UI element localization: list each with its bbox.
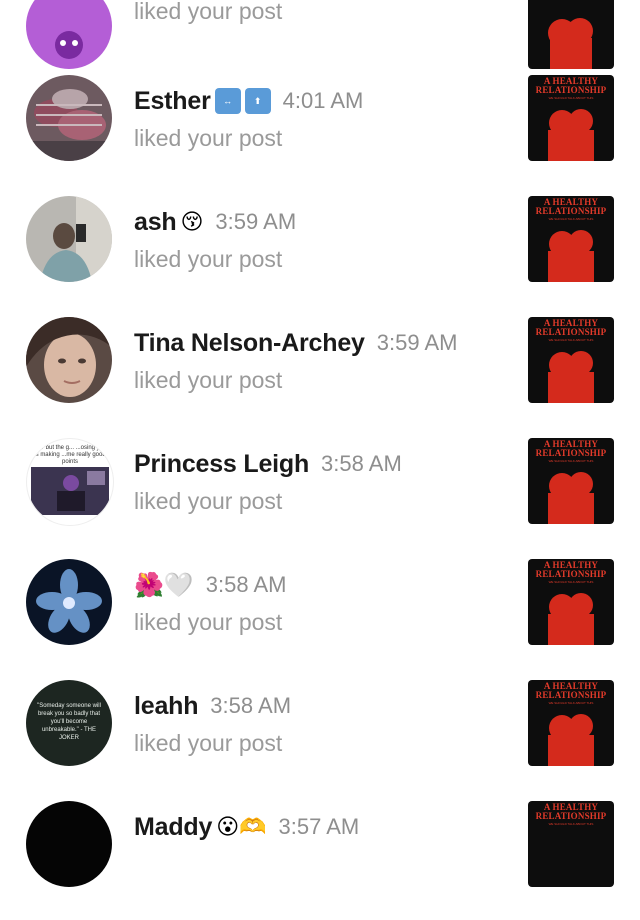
face-avatar-image (26, 317, 112, 403)
action-text: liked your post (134, 246, 283, 272)
avatar[interactable] (26, 75, 112, 161)
on-arrow-icon: ↔ (214, 88, 241, 114)
notification-row[interactable]: Esther ↔ ⬆ 4:01 AM liked your post A HEA… (0, 73, 640, 194)
avatar[interactable]: "Someday someone will break you so badly… (26, 680, 112, 766)
blue-flower-avatar-image (26, 559, 112, 645)
action-text: liked your post (134, 730, 283, 756)
notification-row[interactable]: liked your post (0, 0, 640, 69)
post-thumbnail[interactable]: A HEALTHY RELATIONSHIP WE SHOULD TALK ABO… (528, 801, 614, 887)
user-name[interactable]: Esther (134, 87, 211, 116)
thumbnail-subtitle: WE SHOULD TALK ABOUT THIS (548, 701, 594, 705)
thumbnail-title: A HEALTHY RELATIONSHIP (535, 76, 607, 95)
thumbnail-title: A HEALTHY RELATIONSHIP (535, 802, 607, 821)
avatar[interactable]: ...er but the g... ...osing you is makin… (26, 438, 114, 526)
selfie-avatar-image (26, 196, 112, 282)
user-name[interactable]: Maddy (134, 813, 212, 842)
timestamp: 3:58 AM (210, 693, 292, 718)
thumbnail-subtitle: WE SHOULD TALK ABOUT THIS (548, 338, 594, 342)
user-name[interactable]: ash (134, 208, 177, 237)
thumbnail-title: A HEALTHY RELATIONSHIP (535, 318, 607, 337)
thumbnail-title: A HEALTHY RELATIONSHIP (535, 197, 607, 216)
action-text: liked your post (134, 125, 283, 151)
surprised-heart-hands-emoji: 😮🫶 (216, 814, 267, 840)
timestamp: 3:57 AM (278, 814, 360, 839)
post-thumbnail[interactable]: A HEALTHY RELATIONSHIP WE SHOULD TALK ABO… (528, 559, 614, 645)
couple-silhouette-icon (548, 18, 593, 69)
notification-row[interactable]: ash 😚 3:59 AM liked your post A HEALTHY R… (0, 194, 640, 315)
thumbnail-subtitle: WE SHOULD TALK ABOUT THIS (548, 96, 594, 100)
post-thumbnail[interactable]: A HEALTHY RELATIONSHIP WE SHOULD TALK ABO… (528, 75, 614, 161)
thumbnail-title: A HEALTHY RELATIONSHIP (535, 560, 607, 579)
thumbnail-title: A HEALTHY RELATIONSHIP (535, 681, 607, 700)
action-text: liked your post (134, 488, 283, 514)
post-thumbnail[interactable]: A HEALTHY RELATIONSHIP WE SHOULD TALK ABO… (528, 680, 614, 766)
avatar-quote: "Someday someone will break you so badly… (37, 703, 101, 741)
flower-heart-emoji: 🌺🤍 (134, 571, 194, 599)
post-thumbnail[interactable]: A HEALTHY RELATIONSHIP WE SHOULD TALK ABO… (528, 196, 614, 282)
post-thumbnail[interactable] (528, 0, 614, 69)
top-arrow-icon: ⬆ (244, 88, 271, 114)
timestamp: 3:59 AM (215, 209, 297, 234)
notification-row[interactable]: Maddy 😮🫶 3:57 AM A HEALTHY RELATIONSHIP W… (0, 799, 640, 920)
meme-avatar-image (31, 467, 109, 515)
action-text: liked your post (134, 0, 283, 24)
user-name[interactable]: Tina Nelson-Archey (134, 329, 365, 358)
timestamp: 3:59 AM (376, 330, 458, 355)
avatar[interactable] (26, 196, 112, 282)
timestamp: 3:58 AM (205, 572, 287, 597)
avatar[interactable] (26, 0, 112, 69)
post-thumbnail[interactable]: A HEALTHY RELATIONSHIP WE SHOULD TALK ABO… (528, 438, 614, 524)
action-text: liked your post (134, 609, 283, 635)
patterned-avatar-image (26, 75, 112, 161)
user-name[interactable]: leahh (134, 692, 198, 721)
thumbnail-subtitle: WE SHOULD TALK ABOUT THIS (548, 580, 594, 584)
notification-row[interactable]: Tina Nelson-Archey 3:59 AM liked your po… (0, 315, 640, 436)
avatar[interactable] (26, 559, 112, 645)
thumbnail-subtitle: WE SHOULD TALK ABOUT THIS (548, 822, 594, 826)
post-thumbnail[interactable]: A HEALTHY RELATIONSHIP WE SHOULD TALK ABO… (528, 317, 614, 403)
thumbnail-title: A HEALTHY RELATIONSHIP (535, 439, 607, 458)
avatar[interactable] (26, 801, 112, 887)
timestamp: 4:01 AM (282, 88, 364, 113)
notification-row[interactable]: "Someday someone will break you so badly… (0, 678, 640, 799)
thumbnail-subtitle: WE SHOULD TALK ABOUT THIS (548, 217, 594, 221)
kissing-face-emoji: 😚 (180, 209, 204, 235)
timestamp: 3:58 AM (321, 451, 402, 476)
avatar[interactable] (26, 317, 112, 403)
action-text: liked your post (134, 367, 283, 393)
notification-row[interactable]: ...er but the g... ...osing you is makin… (0, 436, 640, 557)
user-name[interactable]: Princess Leigh (134, 450, 309, 479)
thumbnail-subtitle: WE SHOULD TALK ABOUT THIS (548, 459, 594, 463)
notification-row[interactable]: 🌺🤍 3:58 AM liked your post A HEALTHY RELA… (0, 557, 640, 678)
